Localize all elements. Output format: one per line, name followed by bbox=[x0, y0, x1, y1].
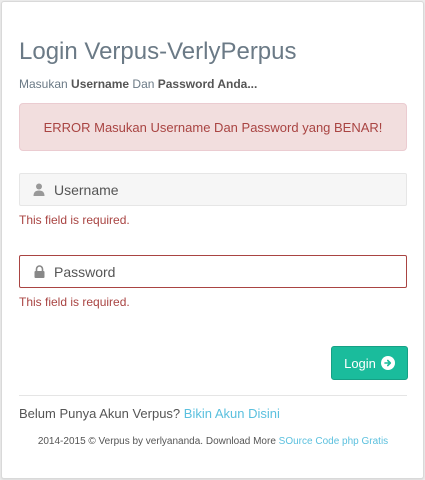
password-error: This field is required. bbox=[19, 295, 130, 309]
divider bbox=[19, 395, 407, 396]
error-alert: ERROR Masukan Username Dan Password yang… bbox=[19, 103, 407, 151]
arrow-circle-right-icon bbox=[380, 356, 395, 370]
login-button[interactable]: Login bbox=[331, 346, 408, 380]
username-input[interactable] bbox=[50, 174, 406, 205]
password-input[interactable] bbox=[50, 256, 406, 287]
user-icon bbox=[28, 183, 50, 196]
subtitle-bold-username: Username bbox=[71, 77, 130, 91]
register-line: Belum Punya Akun Verpus? Bikin Akun Disi… bbox=[19, 406, 280, 421]
footer: 2014-2015 © Verpus by verlyananda. Downl… bbox=[19, 435, 407, 449]
username-error: This field is required. bbox=[19, 213, 130, 227]
page-title: Login Verpus-VerlyPerpus bbox=[19, 38, 297, 65]
username-field[interactable] bbox=[19, 173, 407, 206]
footer-link[interactable]: SOurce Code php Gratis bbox=[279, 436, 389, 447]
register-text: Belum Punya Akun Verpus? bbox=[19, 406, 184, 421]
register-link[interactable]: Bikin Akun Disini bbox=[184, 406, 280, 421]
error-alert-text: ERROR Masukan Username Dan Password yang… bbox=[43, 119, 383, 135]
login-button-label: Login bbox=[344, 355, 376, 371]
footer-text: 2014-2015 © Verpus by verlyananda. Downl… bbox=[37, 436, 279, 447]
login-card: Login Verpus-VerlyPerpus Masukan Usernam… bbox=[1, 1, 424, 479]
password-field[interactable] bbox=[19, 255, 407, 288]
subtitle: Masukan Username Dan Password Anda... bbox=[19, 77, 257, 91]
subtitle-text-1: Masukan bbox=[19, 77, 72, 91]
subtitle-bold-password: Password Anda... bbox=[157, 77, 258, 91]
lock-icon bbox=[28, 265, 50, 278]
subtitle-text-2: Dan bbox=[129, 77, 158, 91]
